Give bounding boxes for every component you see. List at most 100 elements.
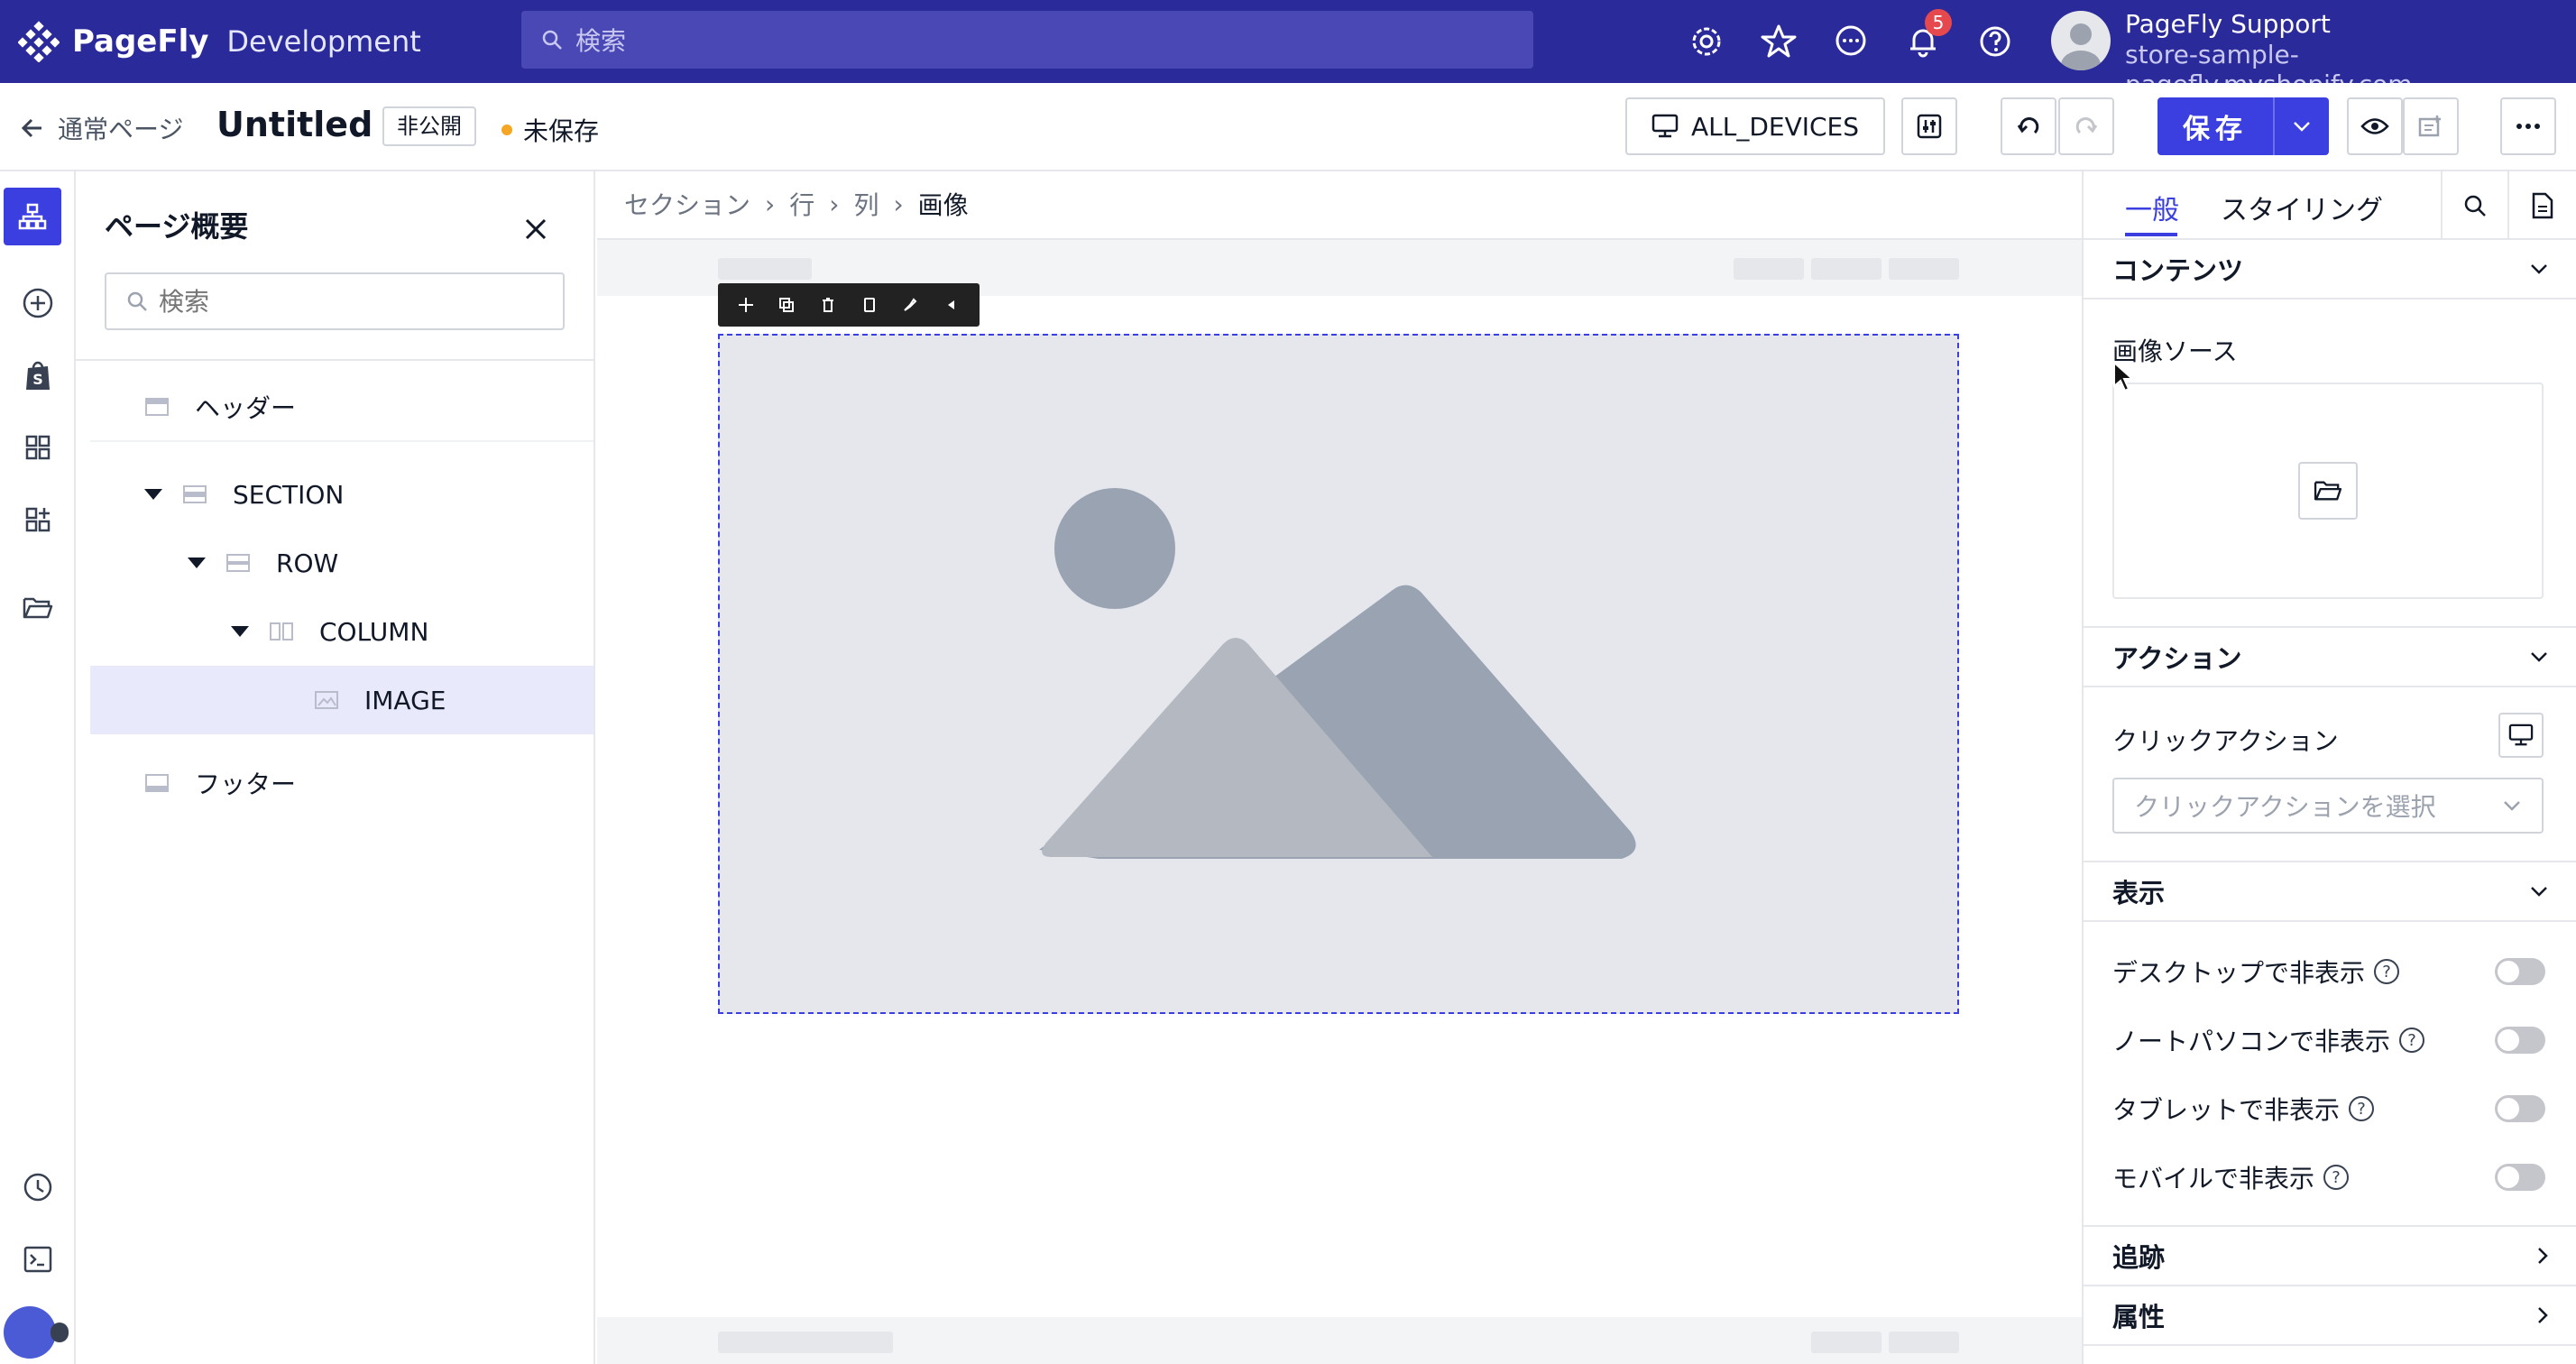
grid-icon xyxy=(24,434,51,461)
open-media-library-button[interactable] xyxy=(2298,462,2358,520)
watermark-logo-icon xyxy=(4,1306,56,1359)
tab-general[interactable]: 一般 xyxy=(2125,188,2179,227)
breadcrumb-image: 画像 xyxy=(917,190,969,220)
help-icon[interactable] xyxy=(1975,22,2015,61)
chevron-down-icon xyxy=(2529,885,2549,898)
media-library-rail-button[interactable] xyxy=(16,586,60,630)
tab-styling[interactable]: スタイリング xyxy=(2221,188,2383,227)
trash-icon[interactable] xyxy=(819,296,837,314)
page-settings-button[interactable] xyxy=(1901,97,1957,155)
desktop-icon xyxy=(1651,114,1679,139)
undo-icon xyxy=(2015,113,2042,140)
save-button[interactable]: 保存 xyxy=(2157,97,2329,155)
code-editor-rail-button[interactable] xyxy=(16,1238,60,1281)
back-link[interactable]: 通常ページ xyxy=(20,110,183,146)
apps-rail-button[interactable] xyxy=(16,498,60,541)
add-element-rail-button[interactable] xyxy=(16,281,60,325)
save-options-dropdown[interactable] xyxy=(2275,97,2329,155)
settings-gear-icon[interactable] xyxy=(1687,22,1726,61)
global-search-input[interactable]: 検索 xyxy=(521,11,1533,69)
preview-button[interactable] xyxy=(2347,97,2403,155)
sections-rail-button[interactable] xyxy=(16,426,60,469)
more-options-button[interactable] xyxy=(2500,97,2556,155)
inspector-docs-button[interactable] xyxy=(2507,171,2576,240)
help-icon[interactable]: ? xyxy=(2374,959,2400,984)
caret-left-icon[interactable] xyxy=(943,296,961,314)
section-header-content[interactable]: コンテンツ xyxy=(2084,240,2576,300)
brand[interactable]: PageFly Development xyxy=(18,18,421,65)
sliders-icon xyxy=(1916,113,1943,140)
hide-on-desktop-label: デスクトップで非表示 xyxy=(2112,958,2366,988)
section-header-action[interactable]: アクション xyxy=(2084,628,2576,687)
hide-on-tablet-toggle[interactable] xyxy=(2495,1095,2545,1122)
notification-badge: 5 xyxy=(1925,9,1952,36)
star-icon[interactable] xyxy=(1759,22,1799,61)
caret-down-icon[interactable] xyxy=(144,489,162,500)
publish-button[interactable] xyxy=(2403,97,2459,155)
hide-on-laptop-toggle[interactable] xyxy=(2495,1027,2545,1054)
avatar[interactable] xyxy=(2051,11,2111,70)
hide-on-mobile-toggle[interactable] xyxy=(2495,1164,2545,1191)
page-outline-rail-button[interactable] xyxy=(4,188,61,245)
undo-button[interactable] xyxy=(2001,97,2056,155)
section-title: 追跡 xyxy=(2112,1242,2166,1273)
header-placeholder-block xyxy=(1889,258,1959,280)
help-icon[interactable]: ? xyxy=(2349,1096,2375,1121)
click-action-select[interactable]: クリックアクションを選択 xyxy=(2112,778,2544,834)
outline-search-input[interactable] xyxy=(159,286,520,317)
tree-item-section[interactable]: SECTION xyxy=(90,460,593,529)
chevron-right-icon xyxy=(2536,1305,2549,1325)
chevron-right-icon: › xyxy=(829,189,840,219)
folder-open-icon xyxy=(2314,479,2342,502)
section-header-attributes[interactable]: 属性 xyxy=(2084,1286,2576,1346)
section-title: コンテンツ xyxy=(2112,255,2244,286)
user-name[interactable]: PageFly Support xyxy=(2125,9,2331,39)
breadcrumb-row[interactable]: 行 xyxy=(789,186,814,222)
selected-image-element[interactable] xyxy=(718,334,1959,1014)
page-title[interactable]: Untitled xyxy=(216,105,373,144)
tree-item-column[interactable]: COLUMN xyxy=(90,597,593,666)
element-toolbar xyxy=(718,283,980,327)
tree-item-image[interactable]: IMAGE xyxy=(90,666,593,734)
tree-item-label: IMAGE xyxy=(364,685,446,715)
copy-icon[interactable] xyxy=(860,296,879,314)
tree-item-row[interactable]: ROW xyxy=(90,529,593,597)
outline-search-field[interactable] xyxy=(105,272,565,330)
brush-icon[interactable] xyxy=(901,296,919,314)
footer-placeholder-strip[interactable] xyxy=(597,1317,2082,1364)
chat-icon[interactable] xyxy=(1831,22,1871,61)
help-icon[interactable]: ? xyxy=(2323,1165,2350,1190)
terminal-icon xyxy=(23,1246,52,1273)
header-placeholder-block xyxy=(718,258,812,280)
inspector-search-button[interactable] xyxy=(2441,171,2507,240)
history-rail-button[interactable] xyxy=(16,1166,60,1209)
click-action-device-button[interactable] xyxy=(2498,713,2544,758)
section-header-tracking[interactable]: 追跡 xyxy=(2084,1227,2576,1286)
hide-on-desktop-toggle[interactable] xyxy=(2495,958,2545,985)
breadcrumb-column[interactable]: 列 xyxy=(853,186,879,222)
status-badge: 非公開 xyxy=(382,106,476,146)
chevron-right-icon: › xyxy=(893,189,904,219)
section-title: アクション xyxy=(2112,643,2242,674)
shopify-rail-button[interactable]: S xyxy=(16,354,60,397)
caret-down-icon[interactable] xyxy=(188,558,206,568)
close-outline-button[interactable] xyxy=(520,213,552,245)
search-icon xyxy=(126,290,148,312)
section-header-display[interactable]: 表示 xyxy=(2084,862,2576,922)
chevron-down-icon xyxy=(2529,263,2549,275)
breadcrumb-section[interactable]: セクション xyxy=(624,186,750,222)
caret-down-icon[interactable] xyxy=(231,626,249,637)
tree-item-footer[interactable]: フッター xyxy=(90,749,593,817)
move-icon[interactable] xyxy=(737,296,755,314)
chevron-down-icon xyxy=(2529,650,2549,663)
help-icon[interactable]: ? xyxy=(2399,1028,2425,1053)
outline-divider xyxy=(76,359,595,361)
click-action-label: クリックアクション xyxy=(2112,726,2339,756)
redo-button[interactable] xyxy=(2058,97,2114,155)
close-icon xyxy=(520,213,552,245)
tree-item-header[interactable]: ヘッダー xyxy=(90,373,593,442)
device-selector-button[interactable]: ALL_DEVICES xyxy=(1625,97,1885,155)
arrow-left-icon xyxy=(20,115,45,141)
section-title: 表示 xyxy=(2112,878,2166,908)
duplicate-icon[interactable] xyxy=(777,296,796,314)
